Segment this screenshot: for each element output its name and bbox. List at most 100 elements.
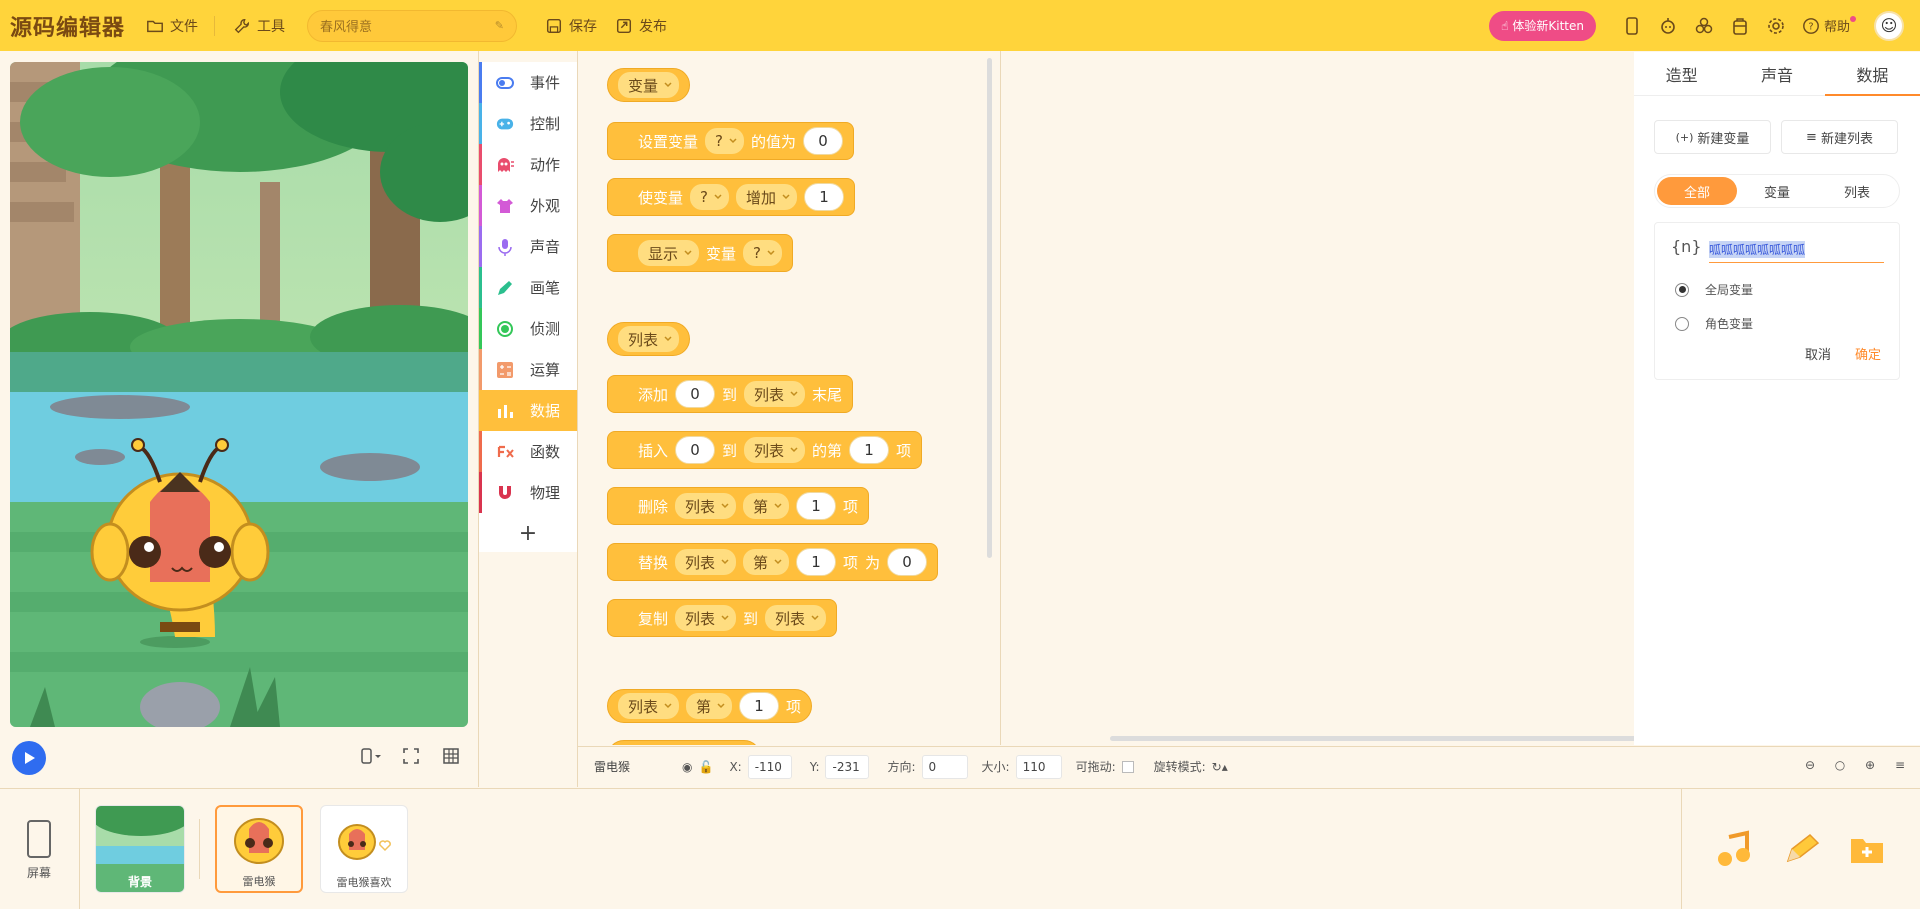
- sprite-name-input[interactable]: 雷电猴: [594, 755, 676, 779]
- zoom-out-icon[interactable]: ⊖: [1800, 755, 1820, 775]
- rotate-icon[interactable]: ↻▴: [1212, 760, 1228, 774]
- show-hide-dropdown[interactable]: 显示: [638, 240, 700, 266]
- category-calc[interactable]: 运算: [479, 349, 577, 390]
- extensions-button[interactable]: [1686, 8, 1722, 44]
- screen-button[interactable]: 屏幕: [18, 819, 60, 881]
- paint-editor-button[interactable]: [1780, 829, 1820, 869]
- publish-button[interactable]: 发布: [615, 16, 667, 36]
- variable-dropdown[interactable]: ?: [743, 240, 782, 266]
- file-menu-button[interactable]: 文件: [146, 16, 198, 36]
- palette-scrollbar[interactable]: [987, 58, 992, 558]
- zoom-in-icon[interactable]: ⊕: [1860, 755, 1880, 775]
- value-input[interactable]: 0: [675, 380, 716, 408]
- robot-button[interactable]: [1650, 8, 1686, 44]
- category-bars[interactable]: 数据: [479, 390, 577, 431]
- filter-all[interactable]: 全部: [1657, 177, 1737, 205]
- category-mic[interactable]: 声音: [479, 226, 577, 267]
- size-input[interactable]: 110: [1015, 754, 1062, 779]
- grid-toggle-button[interactable]: [434, 739, 468, 773]
- menu-icon[interactable]: ≡: [1890, 755, 1910, 775]
- category-shirt[interactable]: 外观: [479, 185, 577, 226]
- category-target[interactable]: 侦测: [479, 308, 577, 349]
- lock-icon[interactable]: 🔓: [698, 760, 713, 774]
- operation-dropdown[interactable]: 增加: [735, 184, 797, 210]
- position-dropdown[interactable]: 第: [743, 493, 790, 519]
- scope-sprite-option[interactable]: 角色变量: [1675, 315, 1753, 332]
- draggable-checkbox[interactable]: [1121, 760, 1134, 773]
- eye-icon[interactable]: ◉: [682, 760, 692, 774]
- category-gamepad[interactable]: 控制: [479, 103, 577, 144]
- partial-block[interactable]: [607, 740, 761, 745]
- background-card[interactable]: 背景: [95, 805, 185, 893]
- variable-dropdown-block[interactable]: 变量: [607, 68, 691, 102]
- workspace-scrollbar[interactable]: [1110, 736, 1640, 741]
- show-variable-block[interactable]: 显示 变量 ?: [607, 234, 793, 272]
- direction-input[interactable]: 0: [921, 754, 968, 779]
- sprite-card-leidianhou-likes[interactable]: 雷电猴喜欢: [320, 805, 408, 893]
- add-extension-button[interactable]: +: [479, 513, 577, 554]
- list-dropdown[interactable]: 列表: [675, 605, 737, 631]
- delete-from-list-block[interactable]: 删除 列表 第 1 项: [607, 487, 870, 525]
- y-input[interactable]: -231: [825, 754, 870, 779]
- x-input[interactable]: -110: [747, 754, 792, 779]
- variable-dropdown[interactable]: 变量: [618, 72, 680, 98]
- list-dropdown[interactable]: 列表: [744, 381, 806, 407]
- scope-global-option[interactable]: 全局变量: [1675, 281, 1753, 298]
- index-input[interactable]: 1: [849, 436, 890, 464]
- settings-button[interactable]: [1758, 8, 1794, 44]
- fullscreen-button[interactable]: [394, 739, 428, 773]
- sprite-card-leidianhou[interactable]: 雷电猴: [215, 805, 303, 893]
- category-toggle[interactable]: 事件: [479, 62, 577, 103]
- new-list-button[interactable]: ≡ 新建列表: [1781, 120, 1898, 154]
- index-input[interactable]: 1: [796, 492, 837, 520]
- category-pen[interactable]: 画笔: [479, 267, 577, 308]
- device-mode-button[interactable]: [354, 739, 388, 773]
- tools-menu-button[interactable]: 工具: [233, 16, 285, 36]
- value-input[interactable]: 0: [675, 436, 716, 464]
- app-logo[interactable]: 源码编辑器: [10, 10, 128, 42]
- value-input[interactable]: 0: [887, 548, 928, 576]
- sound-library-button[interactable]: [1715, 829, 1755, 869]
- list-dropdown-block[interactable]: 列表: [607, 322, 691, 356]
- stage-canvas[interactable]: [10, 62, 468, 727]
- variable-name-input[interactable]: 呱呱呱呱呱呱呱呱: [1709, 237, 1884, 263]
- upload-folder-button[interactable]: [1847, 829, 1887, 869]
- category-magnet[interactable]: 物理: [479, 472, 577, 513]
- tab-costumes[interactable]: 造型: [1634, 52, 1729, 95]
- copy-list-block[interactable]: 复制 列表 到 列表: [607, 599, 838, 637]
- save-button[interactable]: 保存: [545, 16, 597, 36]
- list-dropdown[interactable]: 列表: [618, 693, 680, 719]
- value-input[interactable]: 0: [803, 127, 843, 155]
- tab-data[interactable]: 数据: [1824, 52, 1920, 96]
- project-title-input[interactable]: 春风得意 ✎: [307, 9, 517, 42]
- add-to-list-block[interactable]: 添加 0 到 列表 末尾: [607, 375, 854, 413]
- position-dropdown[interactable]: 第: [686, 693, 733, 719]
- set-variable-block[interactable]: 设置变量 ? 的值为 0: [607, 122, 854, 160]
- index-input[interactable]: 1: [739, 692, 780, 720]
- script-workspace[interactable]: [1001, 52, 1633, 745]
- replace-in-list-block[interactable]: 替换 列表 第 1 项 为 0: [607, 543, 939, 581]
- help-button[interactable]: ? 帮助: [1802, 16, 1856, 35]
- device-button[interactable]: [1614, 8, 1650, 44]
- position-dropdown[interactable]: 第: [743, 549, 790, 575]
- backpack-button[interactable]: [1722, 8, 1758, 44]
- list-item-reporter-block[interactable]: 列表 第 1 项: [607, 689, 813, 723]
- category-ghost[interactable]: 动作: [479, 144, 577, 185]
- list-dropdown[interactable]: 列表: [618, 326, 680, 352]
- tab-sounds[interactable]: 声音: [1729, 52, 1824, 95]
- variable-dropdown[interactable]: ?: [705, 128, 744, 154]
- insert-into-list-block[interactable]: 插入 0 到 列表 的第 1 项: [607, 431, 923, 469]
- list-dropdown[interactable]: 列表: [744, 437, 806, 463]
- list-dropdown[interactable]: 列表: [675, 493, 737, 519]
- zoom-reset-icon[interactable]: ○: [1830, 755, 1850, 775]
- list-dropdown[interactable]: 列表: [675, 549, 737, 575]
- list-dropdown[interactable]: 列表: [765, 605, 827, 631]
- run-button[interactable]: [12, 741, 46, 775]
- value-input[interactable]: 1: [804, 183, 844, 211]
- try-kitten-button[interactable]: ☝ 体验新Kitten: [1489, 10, 1596, 41]
- category-function[interactable]: 函数: [479, 431, 577, 472]
- index-input[interactable]: 1: [796, 548, 837, 576]
- filter-lists[interactable]: 列表: [1817, 177, 1897, 205]
- change-variable-block[interactable]: 使变量 ? 增加 1: [607, 178, 855, 216]
- user-avatar[interactable]: ☺: [1874, 10, 1904, 41]
